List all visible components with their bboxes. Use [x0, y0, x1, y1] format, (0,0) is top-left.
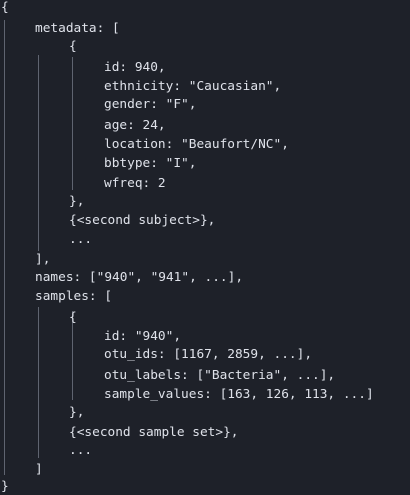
code-line: bbtype: "I",: [104, 156, 197, 171]
code-line: },: [69, 194, 85, 209]
code-line: otu_labels: ["Bacteria", ...],: [104, 368, 336, 383]
indent-guide-subject: [72, 57, 73, 190]
code-line: location: "Beaufort/NC",: [104, 137, 289, 152]
code-editor: { metadata: [ { id: 940, ethnicity: "Cau…: [0, 0, 410, 495]
code-line: ],: [35, 252, 51, 267]
code-line: ]: [35, 462, 43, 477]
code-line: {: [1, 0, 9, 15]
code-line: {: [69, 310, 77, 325]
indent-guide-samples: [38, 307, 39, 458]
code-line: wfreq: 2: [104, 176, 166, 191]
code-line: ...: [69, 232, 93, 247]
code-line: {: [69, 39, 77, 54]
code-line: }: [1, 479, 9, 494]
code-line: id: "940",: [104, 329, 182, 344]
code-line: sample_values: [163, 126, 113, ...]: [104, 387, 374, 402]
code-line: id: 940,: [104, 60, 166, 75]
code-line: },: [69, 405, 85, 420]
code-line: {<second sample set>},: [69, 425, 239, 440]
code-line: age: 24,: [104, 118, 166, 133]
code-line: metadata: [: [35, 21, 120, 36]
indent-guide-root: [4, 20, 5, 475]
code-line: names: ["940", "941", ...],: [35, 270, 244, 285]
code-line: gender: "F",: [104, 97, 197, 112]
code-line: samples: [: [35, 289, 113, 304]
code-line: {<second subject>},: [69, 213, 216, 228]
code-line: otu_ids: [1167, 2859, ...],: [104, 347, 313, 362]
indent-guide-metadata: [38, 55, 39, 251]
code-line: ethnicity: "Caucasian",: [104, 79, 282, 94]
code-line: ...: [69, 443, 93, 458]
